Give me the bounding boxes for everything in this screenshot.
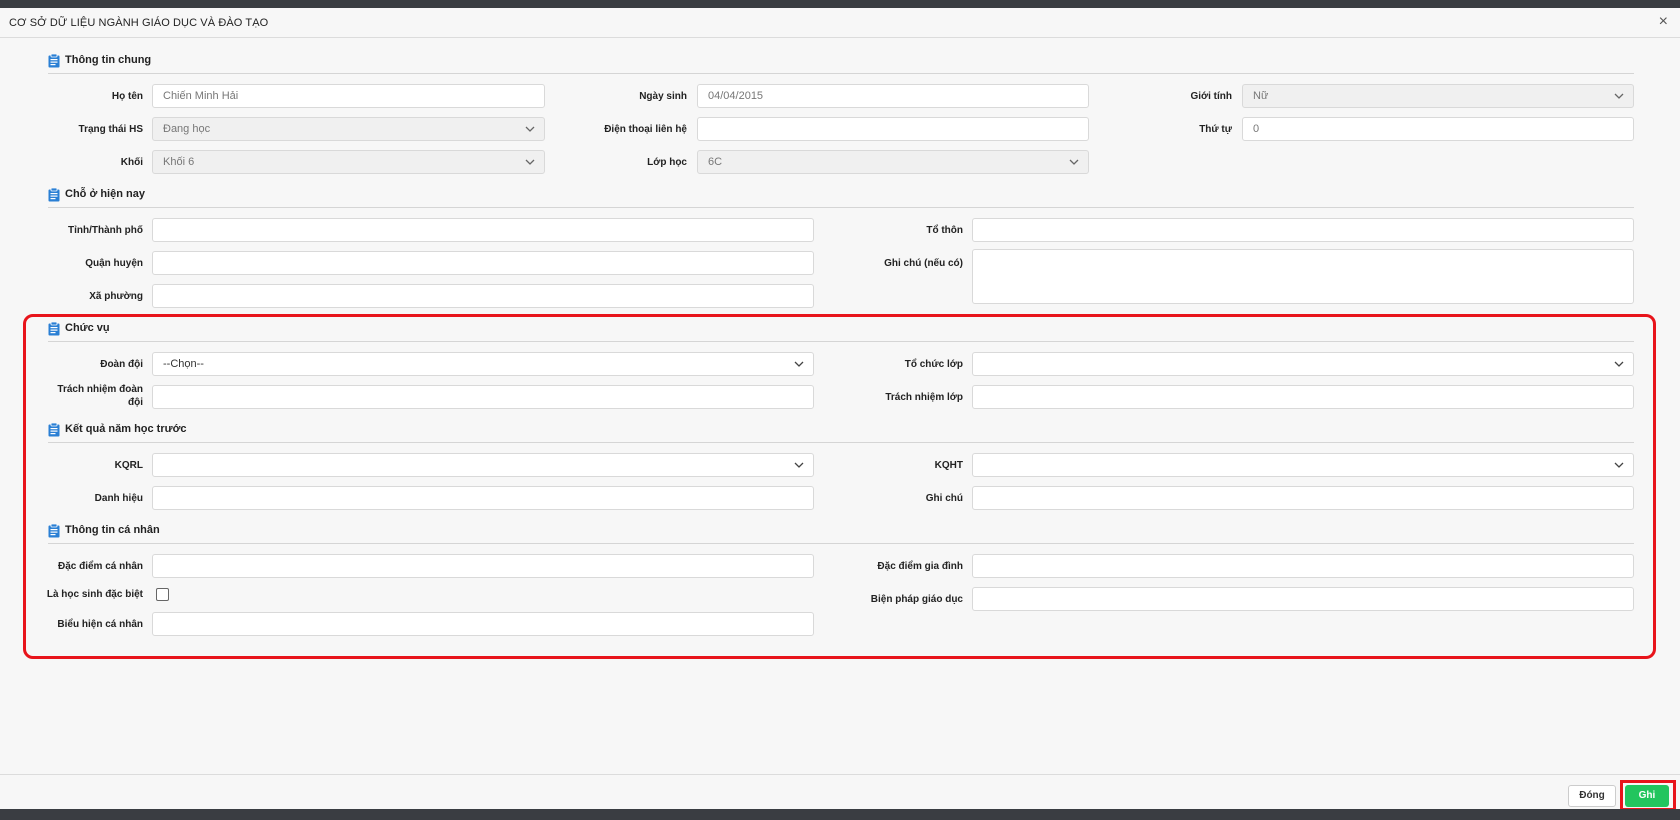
result-note-input[interactable] (972, 486, 1634, 510)
label-traits: Đặc điểm cá nhân (57, 561, 143, 572)
label-union: Đoàn đội (100, 359, 143, 370)
clipboard-icon (48, 322, 60, 336)
family-input[interactable] (972, 554, 1634, 578)
chevron-down-icon (1614, 361, 1624, 367)
class-org-select[interactable] (972, 352, 1634, 376)
label-status: Trạng thái HS (78, 124, 143, 135)
section-residence-header: Chỗ ở hiện nay (48, 184, 1634, 208)
screen-bottom-strip (0, 809, 1680, 820)
section-title: Chức vụ (65, 322, 110, 334)
label-ward: Xã phường (89, 291, 143, 302)
label-grade: Khối (120, 157, 143, 168)
label-special: Là học sinh đặc biệt (46, 589, 143, 600)
kqht-select[interactable] (972, 453, 1634, 477)
chevron-down-icon (525, 126, 535, 132)
hamlet-input[interactable] (972, 218, 1634, 242)
label-kqrl: KQRL (114, 460, 143, 471)
label-union-duty-line1: Trách nhiệm đoàn (57, 384, 143, 395)
label-family: Đặc điểm gia đình (877, 561, 963, 572)
chevron-down-icon (1069, 159, 1079, 165)
label-name: Họ tên (111, 91, 143, 102)
section-general-header: Thông tin chung (48, 50, 1634, 74)
section-personal-header: Thông tin cá nhân (48, 520, 1634, 544)
label-kqht: KQHT (934, 460, 963, 471)
honor-input[interactable] (152, 486, 814, 510)
section-title: Thông tin cá nhân (65, 524, 160, 536)
ward-input[interactable] (152, 284, 814, 308)
dialog-header: CƠ SỞ DỮ LIỆU NGÀNH GIÁO DỤC VÀ ĐÀO TẠO … (0, 8, 1680, 38)
save-button[interactable]: Ghi (1625, 785, 1669, 807)
chevron-down-icon (525, 159, 535, 165)
chevron-down-icon (1614, 93, 1624, 99)
label-phone: Điện thoại liên hệ (604, 124, 687, 135)
edu-measure-input[interactable] (972, 587, 1634, 611)
status-select[interactable]: Đang học (152, 117, 545, 141)
label-union-duty: Trách nhiệm đoàn đội (40, 383, 143, 409)
traits-input[interactable] (152, 554, 814, 578)
student-edit-dialog: CƠ SỞ DỮ LIỆU NGÀNH GIÁO DỤC VÀ ĐÀO TẠO … (0, 8, 1680, 811)
dialog-title: CƠ SỞ DỮ LIỆU NGÀNH GIÁO DỤC VÀ ĐÀO TẠO (9, 17, 269, 29)
grade-select[interactable]: Khối 6 (152, 150, 545, 174)
label-order: Thứ tự (1199, 124, 1232, 135)
name-input[interactable]: Chiến Minh Hải (152, 84, 545, 108)
province-input[interactable] (152, 218, 814, 242)
label-class: Lớp học (647, 157, 687, 168)
class-duty-input[interactable] (972, 385, 1634, 409)
section-title: Thông tin chung (65, 54, 152, 66)
label-province: Tỉnh/Thành phố (68, 225, 143, 236)
section-prev-result-header: Kết quả năm học trước (48, 419, 1634, 443)
class-select[interactable]: 6C (697, 150, 1089, 174)
gender-select[interactable]: Nữ (1242, 84, 1634, 108)
clipboard-icon (48, 524, 60, 538)
phone-input[interactable] (697, 117, 1089, 141)
section-position-header: Chức vụ (48, 318, 1634, 342)
district-input[interactable] (152, 251, 814, 275)
label-result-note: Ghi chú (925, 493, 963, 504)
label-dob: Ngày sinh (639, 91, 687, 102)
screen-top-strip (0, 0, 1680, 8)
residence-note-textarea[interactable] (972, 249, 1634, 304)
section-title: Kết quả năm học trước (65, 423, 187, 435)
special-student-checkbox[interactable] (156, 588, 169, 601)
expression-input[interactable] (152, 612, 814, 636)
clipboard-icon (48, 423, 60, 437)
dob-input[interactable]: 04/04/2015 (697, 84, 1089, 108)
order-input[interactable]: 0 (1242, 117, 1634, 141)
chevron-down-icon (794, 361, 804, 367)
section-title: Chỗ ở hiện nay (65, 188, 145, 200)
clipboard-icon (48, 188, 60, 202)
label-edu-measure: Biện pháp giáo dục (870, 594, 963, 605)
chevron-down-icon (794, 462, 804, 468)
label-hamlet: Tổ thôn (926, 225, 963, 236)
label-union-duty-line2: đội (128, 397, 143, 408)
chevron-down-icon (1614, 462, 1624, 468)
union-select[interactable]: --Chọn-- (152, 352, 814, 376)
label-residence-note: Ghi chú (nếu có) (884, 258, 963, 269)
union-duty-input[interactable] (152, 385, 814, 409)
label-class-org: Tổ chức lớp (904, 359, 963, 370)
label-honor: Danh hiệu (94, 493, 143, 504)
label-gender: Giới tính (1190, 91, 1232, 102)
label-district: Quận huyện (85, 258, 143, 269)
close-button[interactable]: Đóng (1568, 785, 1616, 807)
clipboard-icon (48, 54, 60, 68)
kqrl-select[interactable] (152, 453, 814, 477)
label-class-duty: Trách nhiệm lớp (885, 392, 963, 403)
close-icon[interactable]: × (1659, 13, 1668, 31)
label-expression: Biểu hiện cá nhân (57, 619, 143, 630)
dialog-footer: Đóng Ghi (0, 774, 1680, 811)
